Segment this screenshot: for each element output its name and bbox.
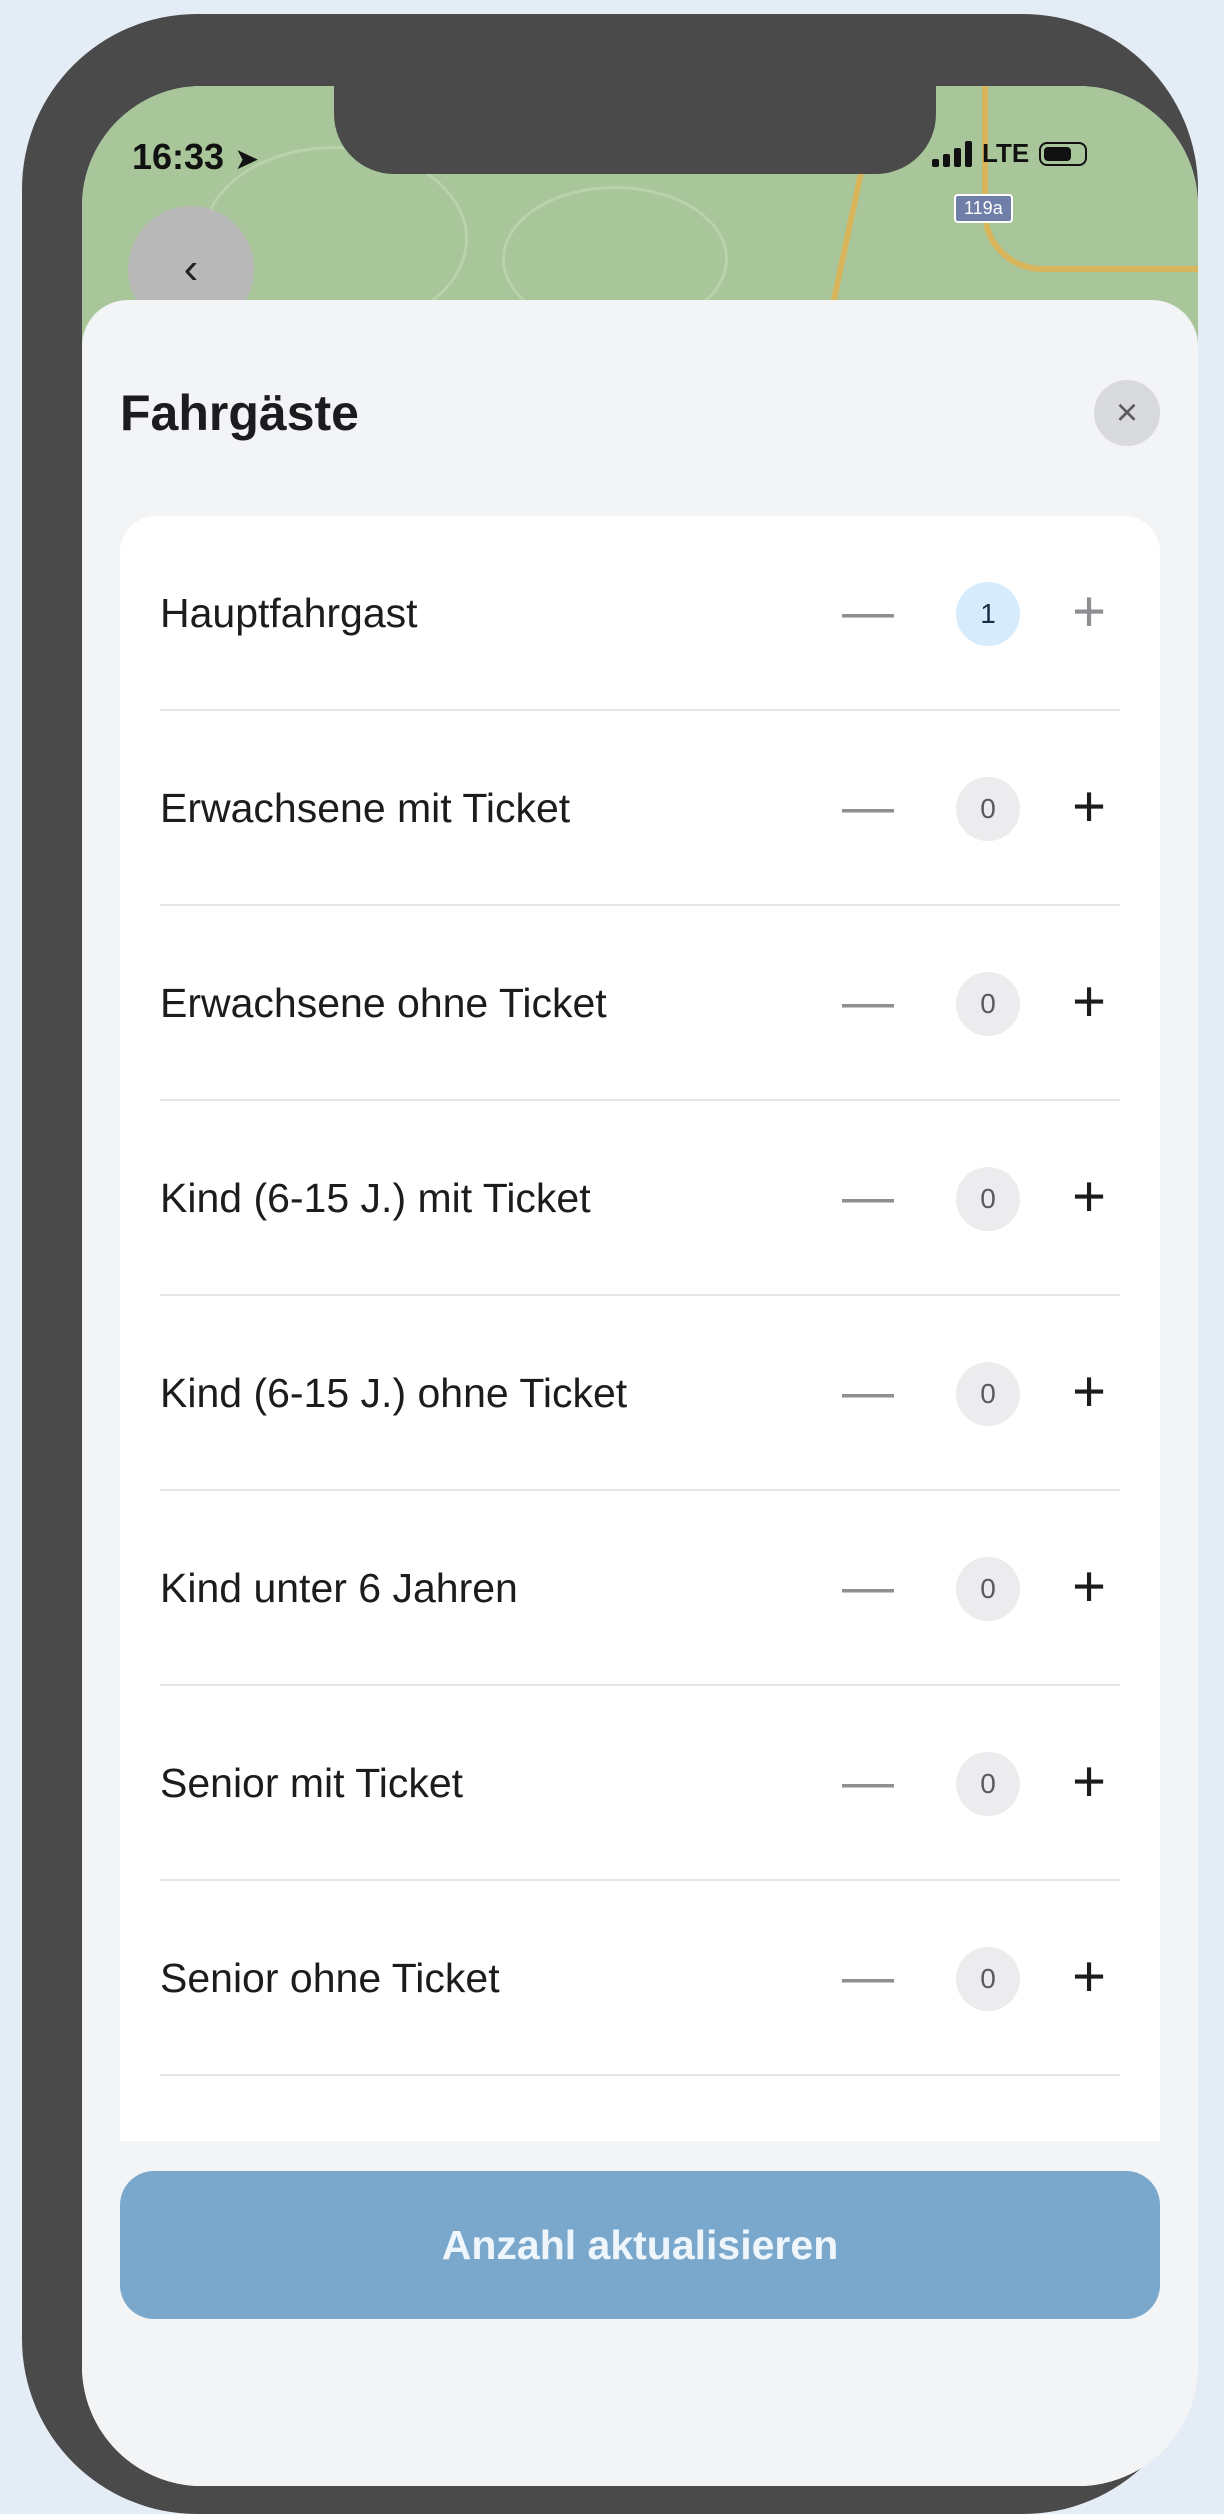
increment-button[interactable]: +	[1056, 1360, 1122, 1426]
decrement-button[interactable]: —	[838, 1754, 898, 1814]
close-icon: ×	[1115, 391, 1139, 434]
passenger-type-label: Senior ohne Ticket	[160, 1955, 500, 2001]
passenger-count: 0	[956, 1557, 1020, 1621]
passenger-row: Hauptfahrgast — 1 +	[120, 516, 1160, 711]
passenger-type-label: Erwachsene mit Ticket	[160, 785, 571, 831]
passenger-row: Senior mit Ticket — 0 +	[120, 1686, 1160, 1881]
increment-button[interactable]: +	[1056, 580, 1122, 646]
passenger-type-label: Hauptfahrgast	[160, 590, 418, 636]
increment-button[interactable]: +	[1056, 970, 1122, 1036]
status-indicators: LTE	[932, 138, 1088, 169]
passenger-type-label: Senior mit Ticket	[160, 1760, 464, 1806]
passenger-count: 0	[956, 777, 1020, 841]
passenger-count: 0	[956, 1362, 1020, 1426]
increment-button[interactable]: +	[1056, 1555, 1122, 1621]
signal-icon	[932, 140, 972, 167]
status-time: 16:33 ➤	[132, 136, 259, 178]
passenger-count: 0	[956, 1752, 1020, 1816]
decrement-button[interactable]: —	[838, 1949, 898, 2009]
decrement-button[interactable]: —	[838, 1169, 898, 1229]
decrement-button[interactable]: —	[838, 974, 898, 1034]
increment-button[interactable]: +	[1056, 775, 1122, 841]
increment-button[interactable]: +	[1056, 1165, 1122, 1231]
map-road-sign: 119a	[954, 194, 1013, 223]
passenger-row: Senior ohne Ticket — 0 +	[120, 1881, 1160, 2076]
network-label: LTE	[982, 138, 1030, 168]
sheet-title: Fahrgäste	[120, 385, 359, 441]
decrement-button[interactable]: —	[838, 779, 898, 839]
close-button[interactable]: ×	[1094, 380, 1160, 446]
footer: Anzahl aktualisieren	[82, 2141, 1198, 2486]
passenger-count: 0	[956, 972, 1020, 1036]
chevron-left-icon: ‹	[183, 244, 199, 293]
passenger-row: Kind (6-15 J.) ohne Ticket — 0 +	[120, 1296, 1160, 1491]
status-time-text: 16:33	[132, 136, 225, 177]
passenger-type-label: Kind (6-15 J.) mit Ticket	[160, 1175, 591, 1221]
passenger-type-label: Kind (6-15 J.) ohne Ticket	[160, 1370, 628, 1416]
increment-button[interactable]: +	[1056, 1945, 1122, 2011]
passenger-type-label: Erwachsene ohne Ticket	[160, 980, 607, 1026]
decrement-button[interactable]: —	[838, 584, 898, 644]
passenger-count: 1	[956, 582, 1020, 646]
passenger-type-label: Kind unter 6 Jahren	[160, 1565, 518, 1611]
decrement-button[interactable]: —	[838, 1364, 898, 1424]
passenger-count: 0	[956, 1167, 1020, 1231]
phone-frame: 119a 16:33 ➤ LTE ‹ Fahrgäste × Hauptfahr…	[22, 14, 1198, 2514]
battery-icon	[1039, 141, 1088, 166]
passenger-row: Kind (6-15 J.) mit Ticket — 0 +	[120, 1101, 1160, 1296]
update-count-button[interactable]: Anzahl aktualisieren	[120, 2171, 1160, 2319]
passenger-count: 0	[956, 1947, 1020, 2011]
decrement-button[interactable]: —	[838, 1559, 898, 1619]
location-arrow-icon: ➤	[234, 143, 260, 176]
passenger-row: Erwachsene mit Ticket — 0 +	[120, 711, 1160, 906]
passenger-list: Hauptfahrgast — 1 + Erwachsene mit Ticket — 0 +…	[120, 516, 1160, 2216]
increment-button[interactable]: +	[1056, 1750, 1122, 1816]
screen: 119a 16:33 ➤ LTE ‹ Fahrgäste × Hauptfahr…	[82, 86, 1198, 2486]
passenger-row: Erwachsene ohne Ticket — 0 +	[120, 906, 1160, 1101]
map-road	[982, 86, 1198, 272]
device-notch	[334, 86, 936, 174]
passenger-row: Kind unter 6 Jahren — 0 +	[120, 1491, 1160, 1686]
